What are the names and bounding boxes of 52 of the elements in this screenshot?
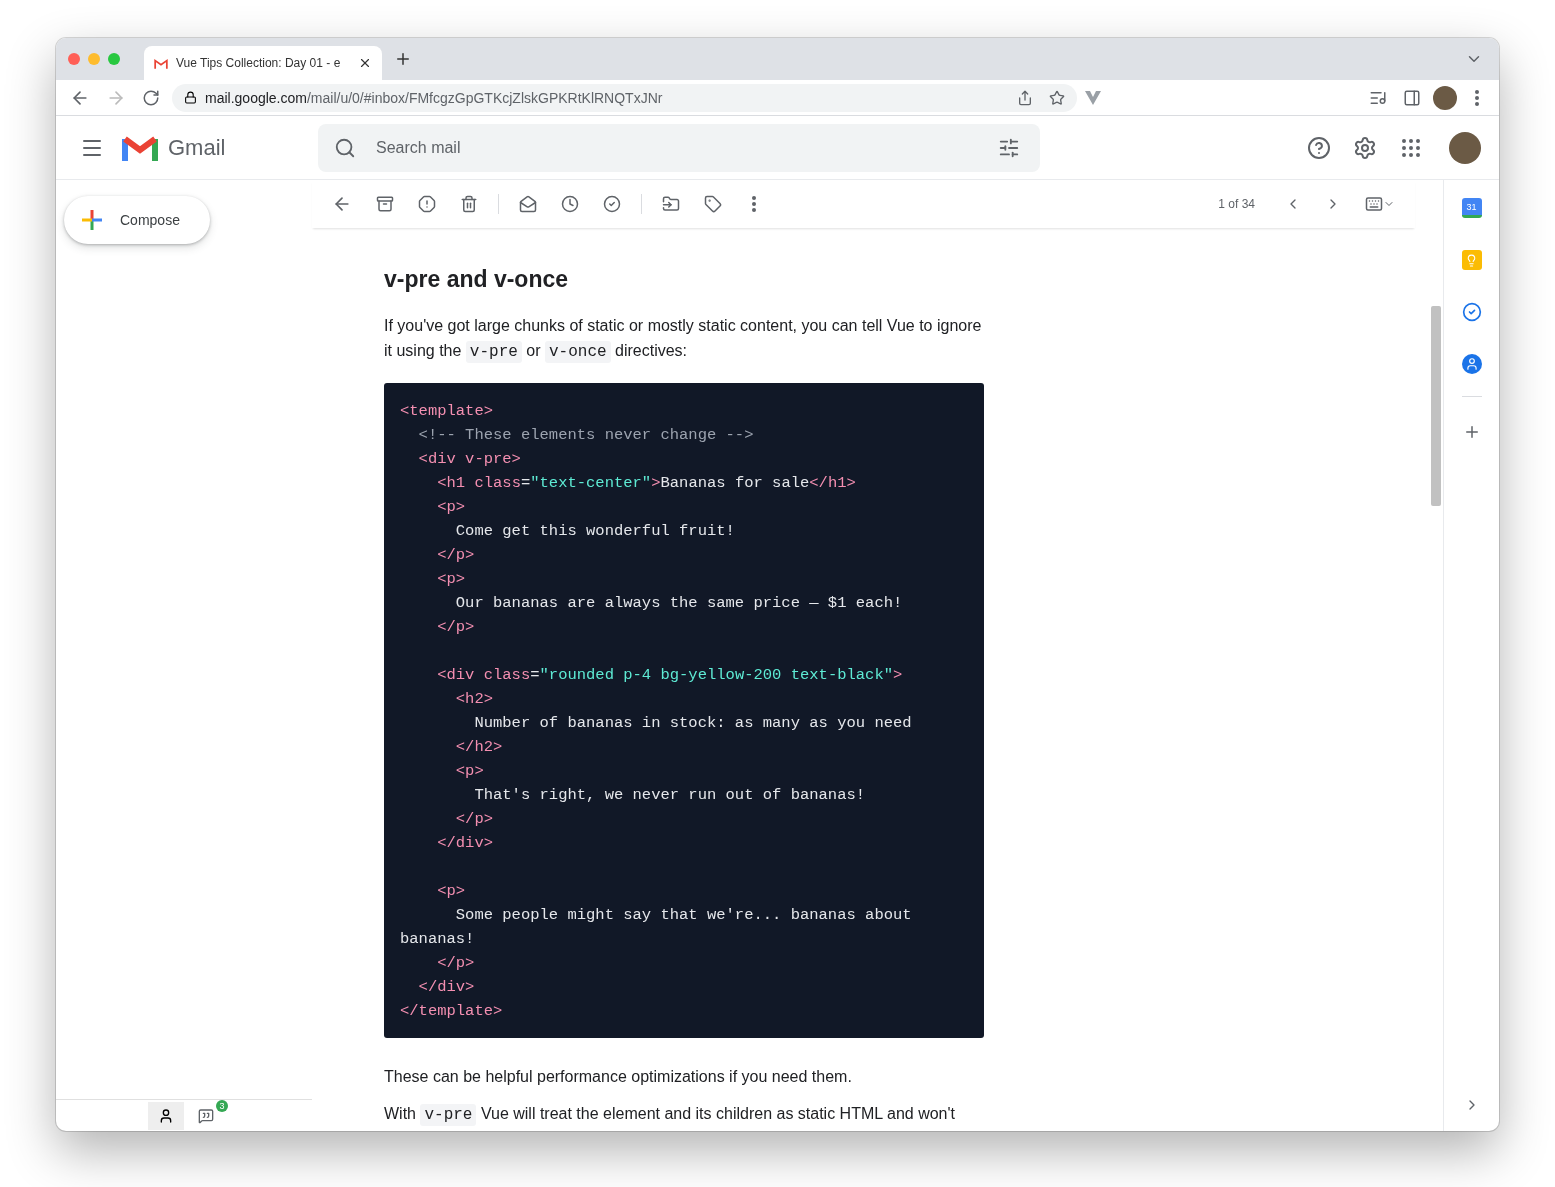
- browser-tab[interactable]: Vue Tips Collection: Day 01 - e: [144, 46, 382, 80]
- side-panel-icon: [1403, 88, 1421, 107]
- mail-logo-icon: [154, 57, 168, 69]
- search-icon: [334, 136, 356, 159]
- gmail-logo-icon: [122, 134, 158, 161]
- tasks-button[interactable]: [1461, 302, 1482, 322]
- folder-arrow-icon: [662, 195, 680, 213]
- search-field[interactable]: Search mail: [374, 123, 976, 172]
- v-logo-icon[interactable]: [1085, 90, 1101, 105]
- scrollbar-thumb[interactable]: [1431, 306, 1441, 506]
- help-icon: [1307, 135, 1331, 160]
- keyboard-icon: [1365, 195, 1383, 213]
- contacts-tab-button[interactable]: [148, 1101, 184, 1130]
- chat-icon: [198, 1107, 214, 1124]
- sliders-icon: [998, 136, 1020, 159]
- search-bar[interactable]: Search mail: [318, 123, 1040, 172]
- calendar-button[interactable]: 31: [1461, 198, 1482, 218]
- plus-icon: [80, 208, 104, 232]
- settings-icon: [1353, 135, 1377, 160]
- paragraph: These can be helpful performance optimizations if you need them.: [384, 1067, 853, 1087]
- close-icon: [358, 56, 372, 70]
- envelope-icon: [519, 195, 537, 213]
- address-bar[interactable]: mail.google.com/mail/u/0/#inbox/FMfcgzGpGTKcjZlskGPKRtKlRNQTxJNr: [172, 83, 1077, 112]
- clock-icon: [561, 195, 579, 213]
- archive-icon: [376, 195, 394, 213]
- check-circle-icon: [603, 195, 621, 213]
- trash-icon: [460, 195, 478, 213]
- person-icon: [158, 1107, 174, 1124]
- reload-icon: [142, 88, 160, 107]
- plus-icon: [394, 50, 412, 68]
- contacts-button[interactable]: [1461, 354, 1482, 374]
- person-icon: [1464, 357, 1479, 371]
- product-name: Gmail: [168, 134, 226, 161]
- message-heading: v-pre and v-once: [384, 266, 570, 293]
- alert-icon: [418, 195, 436, 213]
- more-icon: [752, 196, 756, 212]
- paragraph: With v-pre Vue will treat the element and its children as static HTML and won't: [384, 1103, 956, 1128]
- lock-icon: [184, 91, 197, 104]
- account-avatar[interactable]: [1449, 131, 1481, 164]
- lightbulb-icon: [1465, 253, 1478, 267]
- pager-text: 1 of 34: [1218, 197, 1255, 211]
- more-icon: [1475, 89, 1479, 106]
- code-block: <template> <!-- These elements never change --> <div v-pre> <h1 class="text-center">Bananas for sale</h1> <p> Come get this wonderful fruit! </p> <p> Our bananas are always the same price — $1 each! </p> <div class="rounded p-4 bg-yellow-200 text-black"> <h2> Number of bananas in stock: as many as you need </h2> <p> That's right, we never run out of bananas! </p> </div> <p> Some people might say that we're... bananas about bananas! </p> </div> </template>: [384, 383, 984, 1038]
- unread-badge: 3: [216, 1099, 228, 1112]
- share-icon: [1017, 89, 1033, 106]
- check-circle-icon: [1461, 302, 1482, 322]
- tag-icon: [704, 195, 722, 213]
- profile-avatar[interactable]: [1433, 85, 1457, 110]
- compose-button[interactable]: Compose: [64, 196, 210, 244]
- paragraph: If you've got large chunks of static or mostly static content, you can tell Vue to ignore it using the v-pre or v-once directives:: [384, 316, 983, 365]
- url-text: mail.google.com/mail/u/0/#inbox/FMfcgzGpGTKcjZlskGPKRtKlRNQTxJNr: [205, 89, 664, 106]
- star-icon: [1049, 89, 1065, 106]
